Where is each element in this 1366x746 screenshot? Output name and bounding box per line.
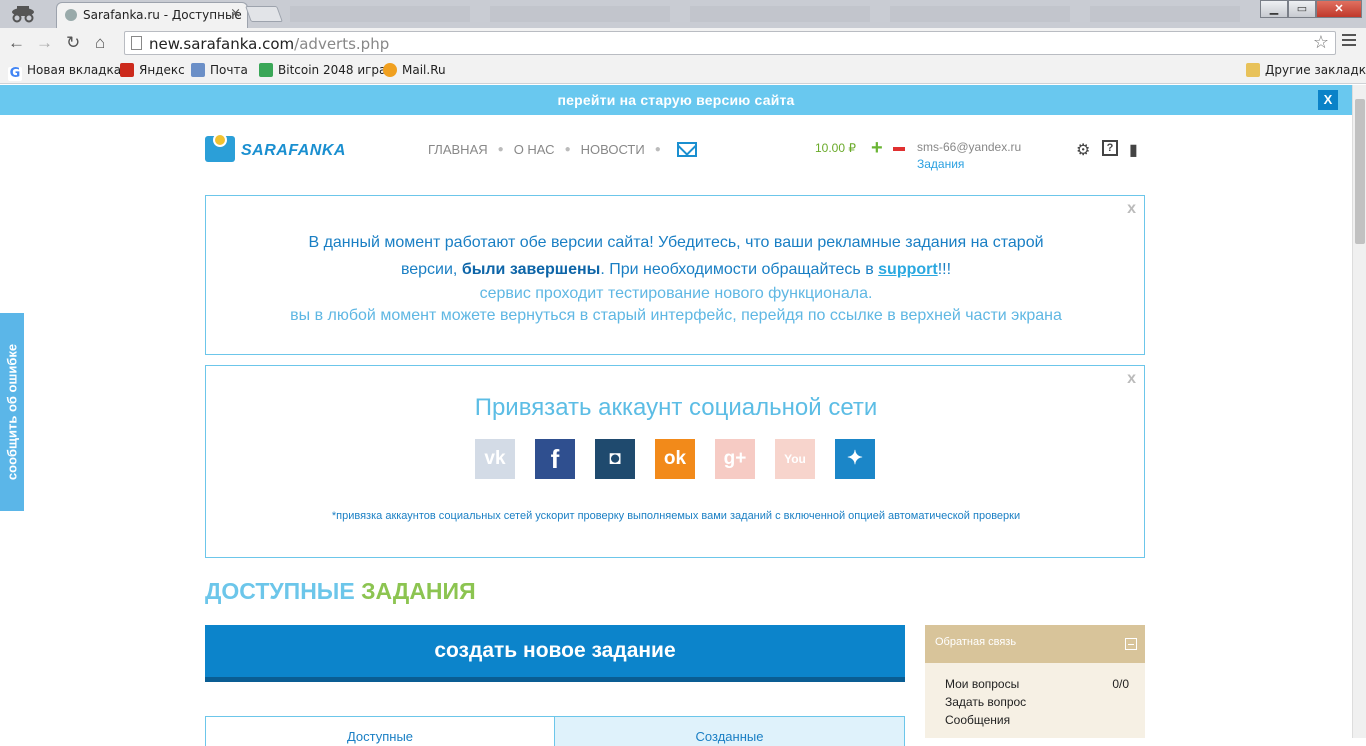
- feedback-messages[interactable]: Сообщения: [945, 713, 1010, 727]
- maximize-button[interactable]: ▭: [1288, 0, 1316, 18]
- odnoklassniki-icon[interactable]: ok: [655, 439, 695, 479]
- youtube-icon[interactable]: You: [775, 439, 815, 479]
- feedback-widget: Обратная связь Мои вопросы 0/0 Задать во…: [925, 625, 1145, 738]
- instagram-icon[interactable]: ◘: [595, 439, 635, 479]
- folder-icon: [1246, 63, 1260, 77]
- withdraw-icon[interactable]: [893, 147, 905, 151]
- address-bar[interactable]: new.sarafanka.com/adverts.php ☆: [124, 31, 1336, 55]
- close-window-button[interactable]: ✕: [1316, 0, 1362, 18]
- background-tabs: [290, 6, 1240, 22]
- old-version-banner: перейти на старую версию сайта X: [0, 85, 1352, 115]
- tab-title: Sarafanka.ru - Доступные: [83, 8, 242, 22]
- bookmark-item[interactable]: Почта: [191, 63, 248, 77]
- bookmarks-bar: G Новая вкладка Яндекс Почта Bitcoin 2048…: [0, 58, 1366, 84]
- nav-item-news[interactable]: НОВОСТИ: [581, 142, 645, 157]
- mail-icon: [191, 63, 205, 77]
- support-link[interactable]: support: [878, 261, 938, 278]
- main-nav: ГЛАВНАЯ ● О НАС ● НОВОСТИ ●: [428, 142, 697, 157]
- bookmark-item[interactable]: G Новая вкладка: [8, 63, 121, 81]
- minimize-icon[interactable]: [1125, 638, 1137, 650]
- tab-created[interactable]: Созданные: [555, 716, 905, 746]
- create-task-button[interactable]: создать новое задание: [205, 625, 905, 682]
- social-link-box: x Привязать аккаунт социальной сети vk f…: [205, 365, 1145, 558]
- social-buttons: vk f ◘ ok g+ You ✦: [475, 439, 895, 479]
- google-plus-icon[interactable]: g+: [715, 439, 755, 479]
- help-icon[interactable]: ?: [1102, 140, 1118, 156]
- balance: 10.00 ₽: [815, 141, 856, 155]
- home-icon[interactable]: ⌂: [95, 33, 105, 53]
- browser-tab-bar: Sarafanka.ru - Доступные × ▁ ▭ ✕: [0, 0, 1366, 30]
- forward-icon[interactable]: →: [36, 33, 53, 53]
- user-email: sms-66@yandex.ru: [917, 140, 1022, 154]
- feedback-my-questions[interactable]: Мои вопросы: [945, 677, 1019, 691]
- add-funds-icon[interactable]: +: [871, 138, 883, 158]
- browser-menu-icon[interactable]: [1342, 34, 1356, 49]
- notice-main-text: В данный момент работают обе версии сайт…: [308, 234, 1044, 278]
- back-icon[interactable]: ←: [8, 33, 25, 53]
- feedback-ask-question[interactable]: Задать вопрос: [945, 695, 1026, 709]
- bookmark-item[interactable]: Bitcoin 2048 игра: [259, 63, 386, 77]
- minimize-button[interactable]: ▁: [1260, 0, 1288, 18]
- new-tab-button[interactable]: [245, 6, 283, 22]
- social-note: *привязка аккаунтов социальных сетей уск…: [331, 510, 1021, 522]
- bookmark-star-icon[interactable]: ☆: [1313, 32, 1329, 53]
- browser-tab-active[interactable]: Sarafanka.ru - Доступные ×: [56, 2, 248, 30]
- url-path: /adverts.php: [294, 35, 390, 53]
- bookmark-item[interactable]: Яндекс: [120, 63, 185, 77]
- notice-box: x В данный момент работают обе версии са…: [205, 195, 1145, 355]
- site-favicon-icon: [65, 9, 77, 21]
- envelope-icon[interactable]: [676, 142, 697, 157]
- feedback-header[interactable]: Обратная связь: [925, 625, 1145, 663]
- facebook-icon[interactable]: f: [535, 439, 575, 479]
- browser-toolbar: ← → ↻ ⌂ new.sarafanka.com/adverts.php ☆: [0, 28, 1366, 58]
- social-title: Привязать аккаунт социальной сети: [474, 394, 878, 421]
- yandex-icon: [120, 63, 134, 77]
- google-icon: G: [8, 66, 22, 81]
- old-version-link[interactable]: перейти на старую версию сайта: [557, 92, 794, 108]
- logout-icon[interactable]: ▮: [1129, 140, 1138, 160]
- report-error-tab[interactable]: сообщить об ошибке: [0, 313, 24, 511]
- vk-icon[interactable]: vk: [475, 439, 515, 479]
- tab-available[interactable]: Доступные: [205, 716, 555, 746]
- notice-sub-text: сервис проходит тестирование нового функ…: [290, 285, 1062, 324]
- twitter-icon[interactable]: ✦: [835, 439, 875, 479]
- banner-close-button[interactable]: X: [1318, 90, 1338, 110]
- url-domain: new.sarafanka.com: [149, 35, 295, 53]
- feedback-count: 0/0: [1112, 677, 1129, 691]
- bookmark-item[interactable]: Mail.Ru: [383, 63, 446, 77]
- other-bookmarks[interactable]: Другие закладки: [1246, 63, 1366, 77]
- task-tabs: Доступные Созданные: [205, 716, 905, 746]
- window-controls: ▁ ▭ ✕: [1260, 0, 1362, 18]
- page-icon: [131, 36, 142, 50]
- incognito-icon: [6, 3, 40, 23]
- social-close-icon[interactable]: x: [1127, 370, 1136, 388]
- tab-close-icon[interactable]: ×: [230, 6, 241, 21]
- available-tasks-heading: ДОСТУПНЫЕ ЗАДАНИЯ: [205, 578, 476, 604]
- logo-icon: [205, 133, 235, 162]
- user-tasks-link[interactable]: Задания: [917, 157, 964, 171]
- page-scrollbar[interactable]: [1352, 85, 1366, 738]
- scrollbar-thumb[interactable]: [1355, 99, 1365, 244]
- mailru-icon: [383, 63, 397, 77]
- reload-icon[interactable]: ↻: [66, 33, 80, 53]
- gear-icon[interactable]: ⚙: [1076, 140, 1090, 160]
- nav-item-about[interactable]: О НАС: [514, 142, 555, 157]
- notice-close-icon[interactable]: x: [1127, 200, 1136, 218]
- nav-item-home[interactable]: ГЛАВНАЯ: [428, 142, 488, 157]
- bitcoin-icon: [259, 63, 273, 77]
